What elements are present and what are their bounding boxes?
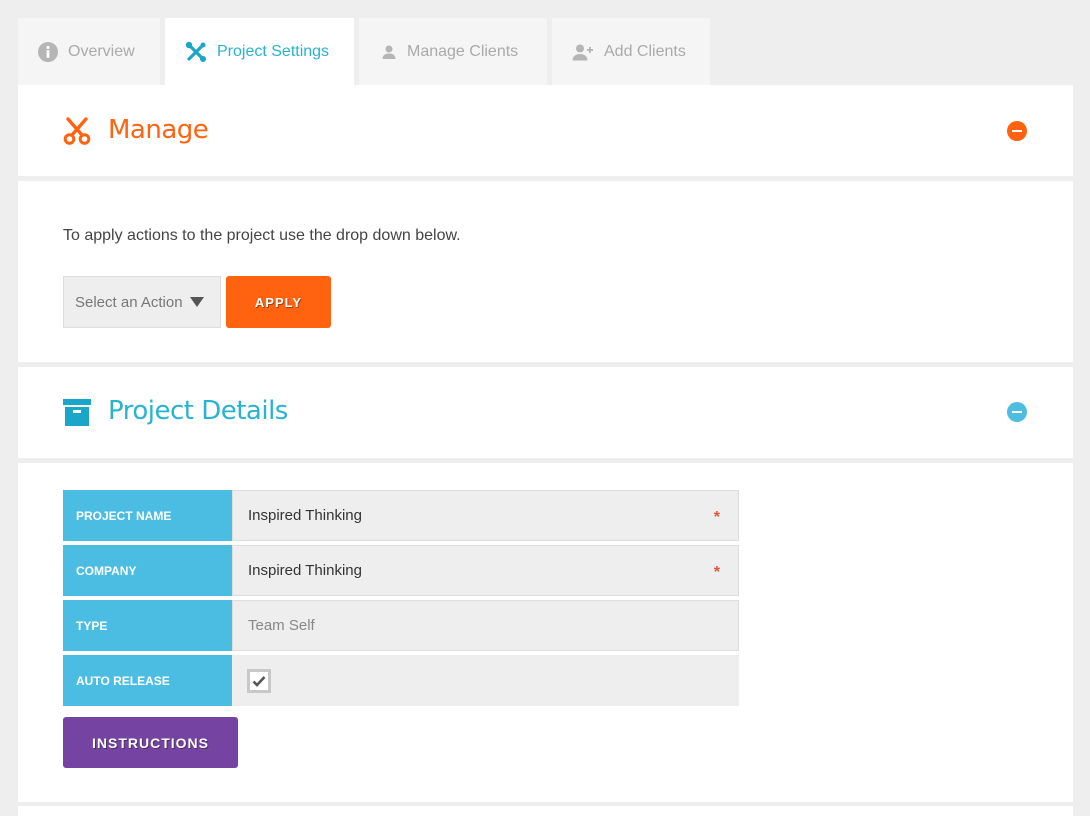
info-icon	[38, 41, 58, 62]
tab-overview[interactable]: Overview	[18, 18, 160, 85]
tab-project-settings[interactable]: Project Settings	[165, 18, 354, 85]
next-section-panel	[18, 806, 1073, 816]
project-details-header: Project Details	[18, 367, 1073, 458]
instructions-button[interactable]: INSTRUCTIONS	[63, 717, 238, 768]
field-value: Team Self	[248, 617, 315, 634]
action-select-value: Select an Action	[75, 293, 183, 311]
field-label: COMPANY	[63, 545, 237, 596]
tab-label: Manage Clients	[407, 42, 519, 60]
required-marker: *	[713, 508, 720, 526]
tab-label: Overview	[68, 42, 135, 60]
checkmark-icon	[252, 675, 266, 687]
caret-down-icon	[189, 297, 204, 307]
auto-release-cell	[232, 655, 739, 706]
apply-button[interactable]: APPLY	[226, 276, 331, 328]
manage-section-body: To apply actions to the project use the …	[18, 181, 1073, 362]
field-label: AUTO RELEASE	[63, 655, 237, 706]
user-plus-icon	[572, 43, 594, 61]
user-icon	[381, 44, 397, 60]
field-value: Inspired Thinking	[248, 507, 362, 524]
collapse-manage-icon[interactable]	[1007, 121, 1027, 141]
field-type: TYPE Team Self	[63, 600, 739, 651]
manage-title: Manage	[108, 115, 209, 145]
tab-label: Add Clients	[604, 42, 686, 60]
action-select[interactable]: Select an Action	[63, 276, 221, 328]
project-name-input[interactable]: Inspired Thinking *	[232, 490, 739, 541]
scissors-icon	[63, 117, 91, 150]
field-value: Inspired Thinking	[248, 562, 362, 579]
field-project-name: PROJECT NAME Inspired Thinking *	[63, 490, 739, 541]
manage-section-header: Manage	[18, 85, 1073, 176]
field-company: COMPANY Inspired Thinking *	[63, 545, 739, 596]
tab-label: Project Settings	[217, 42, 330, 60]
required-marker: *	[713, 563, 720, 581]
tools-icon	[185, 41, 207, 63]
tab-add-clients[interactable]: Add Clients	[552, 18, 710, 85]
auto-release-checkbox[interactable]	[247, 668, 271, 693]
manage-intro-text: To apply actions to the project use the …	[63, 227, 461, 244]
tab-manage-clients[interactable]: Manage Clients	[359, 18, 547, 85]
field-label: TYPE	[63, 600, 237, 651]
project-details-title: Project Details	[108, 396, 288, 426]
company-input[interactable]: Inspired Thinking *	[232, 545, 739, 596]
collapse-details-icon[interactable]	[1007, 402, 1027, 422]
tab-bar: Overview Project Settings Manage Clients…	[18, 18, 715, 85]
field-auto-release: AUTO RELEASE	[63, 655, 739, 706]
type-value: Team Self	[232, 600, 739, 651]
field-label: PROJECT NAME	[63, 490, 237, 541]
project-details-body: PROJECT NAME Inspired Thinking * COMPANY…	[18, 463, 1073, 802]
archive-box-icon	[63, 399, 91, 432]
